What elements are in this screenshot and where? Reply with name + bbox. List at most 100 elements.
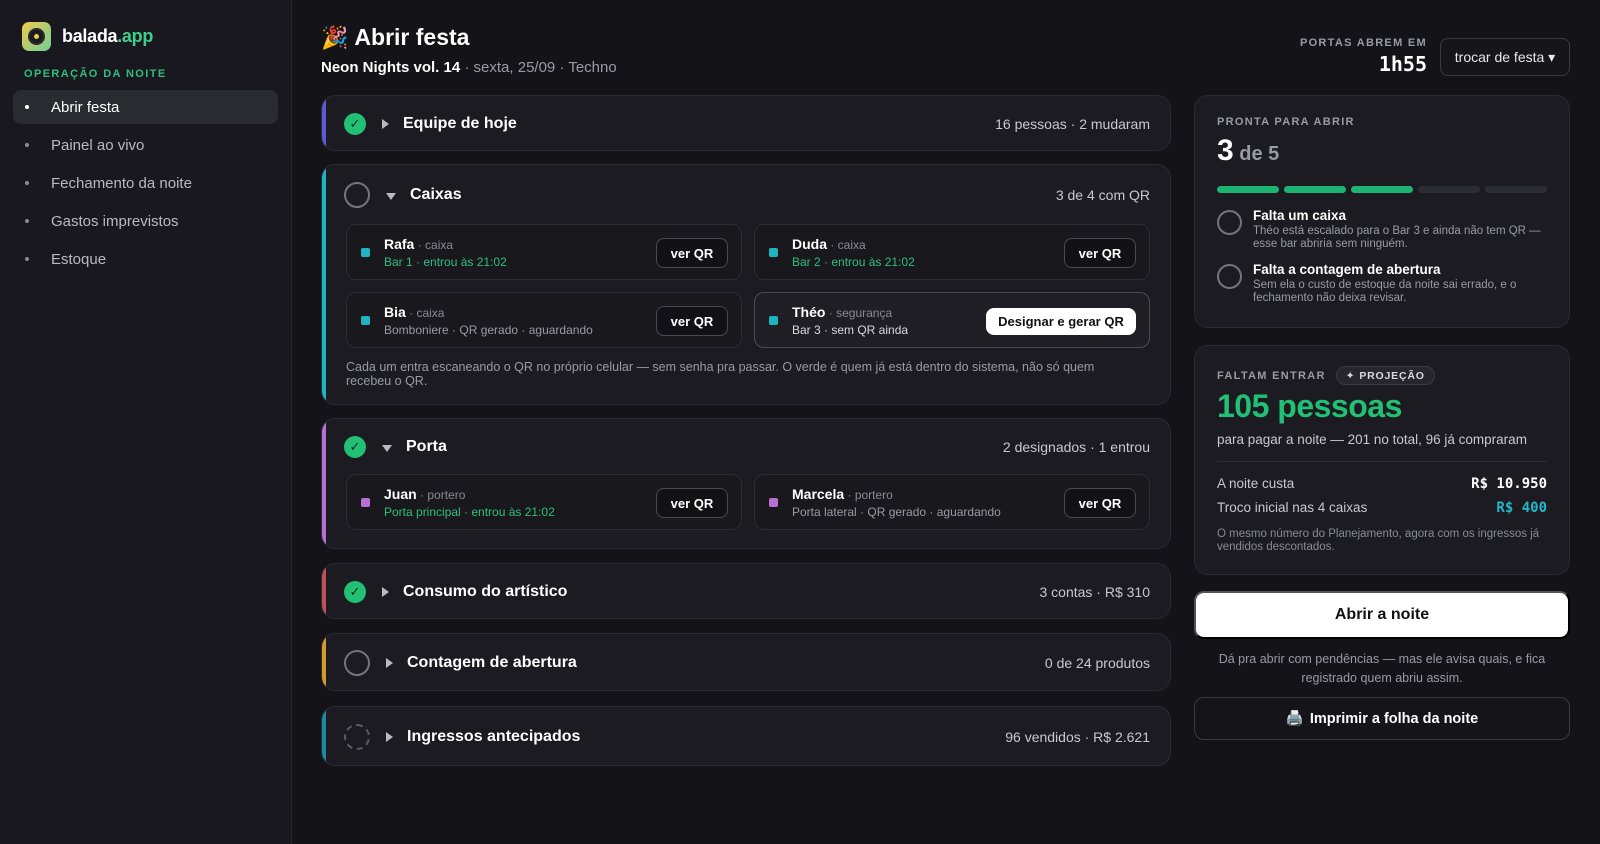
sidebar-nav: Abrir festa Painel ao vivo Fechamento da…	[13, 90, 278, 280]
printer-icon: 🖨️	[1285, 711, 1304, 727]
sidebar-item-fechamento[interactable]: Fechamento da noite	[13, 166, 278, 200]
staff-card-missing-qr: Théo · segurança Bar 3 · sem QR ainda De…	[754, 292, 1150, 348]
view-qr-button[interactable]: ver QR	[1064, 238, 1136, 268]
doors-countdown: 1h55	[1378, 52, 1427, 76]
pending-circle-icon	[1217, 210, 1242, 235]
section-porta: ✓ Porta 2 designados · 1 entrou Juan · p…	[321, 418, 1171, 549]
switch-party-button[interactable]: trocar de festa ▾	[1440, 38, 1570, 76]
bullet-icon	[25, 257, 29, 261]
status-square-icon	[769, 247, 778, 257]
projection-header: FALTAM ENTRAR ✦ PROJEÇÃO	[1217, 366, 1435, 385]
view-qr-button[interactable]: ver QR	[656, 488, 728, 518]
section-ingressos: Ingressos antecipados 96 vendidos · R$ 2…	[321, 706, 1171, 766]
loading-circle-icon	[344, 724, 370, 750]
section-meta: 3 de 4 com QR	[1055, 187, 1150, 203]
sparkle-icon: ✦	[1345, 369, 1356, 382]
chevron-right-icon	[386, 732, 393, 742]
print-sheet-button[interactable]: 🖨️ Imprimir a folha da noite	[1194, 697, 1570, 740]
status-square-icon	[361, 497, 370, 507]
status-square-icon	[361, 315, 370, 325]
party-popper-icon: 🎉	[321, 24, 349, 50]
section-meta: 3 contas · R$ 310	[1039, 584, 1150, 600]
sidebar-item-abrir-festa[interactable]: Abrir festa	[13, 90, 278, 124]
status-square-icon	[769, 497, 778, 507]
chevron-right-icon	[386, 658, 393, 668]
section-meta: 2 designados · 1 entrou	[1002, 439, 1150, 455]
staff-card: Marcela · portero Porta lateral · QR ger…	[754, 474, 1150, 530]
people-subline: para pagar a noite — 201 no total, 96 já…	[1217, 432, 1527, 447]
check-icon: ✓	[344, 581, 366, 603]
event-name: Neon Nights vol. 14	[321, 59, 461, 76]
progress-segment	[1351, 186, 1413, 193]
sidebar-item-gastos[interactable]: Gastos imprevistos	[13, 204, 278, 238]
view-qr-button[interactable]: ver QR	[656, 238, 728, 268]
progress-segment	[1485, 186, 1547, 193]
sidebar: balada.app OPERAÇÃO DA NOITE Abrir festa…	[0, 0, 292, 844]
chevron-down-icon	[386, 192, 396, 200]
staff-card: Bia · caixa Bomboniere · QR gerado · agu…	[346, 292, 742, 348]
pendency-item[interactable]: Falta um caixa Théo está escalado para o…	[1217, 208, 1547, 251]
sidebar-section-label: OPERAÇÃO DA NOITE	[24, 68, 167, 80]
pending-circle-icon	[344, 650, 370, 676]
staff-card: Rafa · caixa Bar 1 · entrou às 21:02 ver…	[346, 224, 742, 280]
section-header-caixas[interactable]: Caixas 3 de 4 com QR	[322, 165, 1170, 225]
sidebar-item-painel-ao-vivo[interactable]: Painel ao vivo	[13, 128, 278, 162]
status-square-icon	[361, 247, 370, 257]
pending-circle-icon	[1217, 264, 1242, 289]
staff-card: Duda · caixa Bar 2 · entrou às 21:02 ver…	[754, 224, 1150, 280]
bullet-icon	[25, 105, 29, 109]
section-consumo: ✓ Consumo do artístico 3 contas · R$ 310	[321, 563, 1171, 619]
section-header-equipe[interactable]: ✓ Equipe de hoje 16 pessoas · 2 mudaram	[322, 96, 1170, 150]
section-header-porta[interactable]: ✓ Porta 2 designados · 1 entrou	[322, 419, 1170, 475]
section-meta: 96 vendidos · R$ 2.621	[1005, 729, 1150, 745]
ready-label: PRONTA PARA ABRIR	[1217, 116, 1355, 128]
caixas-note: Cada um entra escaneando o QR no próprio…	[346, 360, 1095, 388]
pending-circle-icon	[344, 182, 370, 208]
bullet-icon	[25, 219, 29, 223]
event-subtitle: Neon Nights vol. 14 · sexta, 25/09 · Tec…	[321, 59, 617, 76]
section-meta: 0 de 24 produtos	[1044, 655, 1150, 671]
progress-segment	[1217, 186, 1279, 193]
assign-generate-qr-button[interactable]: Designar e gerar QR	[986, 308, 1136, 335]
section-contagem: Contagem de abertura 0 de 24 produtos	[321, 633, 1171, 691]
caixas-grid: Rafa · caixa Bar 1 · entrou às 21:02 ver…	[346, 224, 1150, 348]
chevron-right-icon	[382, 119, 389, 129]
check-icon: ✓	[344, 436, 366, 458]
progress-segment	[1284, 186, 1346, 193]
pendency-item[interactable]: Falta a contagem de abertura Sem ela o c…	[1217, 262, 1547, 305]
doors-label: PORTAS ABREM EM	[1299, 37, 1427, 49]
projection-note: O mesmo número do Planejamento, agora co…	[1217, 528, 1540, 553]
section-header-contagem[interactable]: Contagem de abertura 0 de 24 produtos	[322, 634, 1170, 690]
projection-panel: FALTAM ENTRAR ✦ PROJEÇÃO 105 pessoas para…	[1194, 345, 1570, 575]
view-qr-button[interactable]: ver QR	[1064, 488, 1136, 518]
staff-card: Juan · portero Porta principal · entrou …	[346, 474, 742, 530]
section-meta: 16 pessoas · 2 mudaram	[995, 116, 1150, 132]
brand-name: balada.app	[62, 26, 154, 46]
open-night-button[interactable]: Abrir a noite	[1194, 591, 1570, 639]
open-note: Dá pra abrir com pendências — mas ele av…	[1218, 652, 1546, 685]
view-qr-button[interactable]: ver QR	[656, 306, 728, 336]
section-header-consumo[interactable]: ✓ Consumo do artístico 3 contas · R$ 310	[322, 564, 1170, 618]
divider	[1217, 461, 1547, 462]
chevron-right-icon	[382, 587, 389, 597]
ready-panel: PRONTA PARA ABRIR 3 de 5 Falta um caixa …	[1194, 95, 1570, 328]
ready-count: 3 de 5	[1217, 134, 1280, 167]
section-header-ingressos[interactable]: Ingressos antecipados 96 vendidos · R$ 2…	[322, 707, 1170, 765]
section-equipe: ✓ Equipe de hoje 16 pessoas · 2 mudaram	[321, 95, 1171, 151]
bullet-icon	[25, 143, 29, 147]
bullet-icon	[25, 181, 29, 185]
vinyl-logo-icon	[22, 22, 51, 51]
sidebar-item-estoque[interactable]: Estoque	[13, 242, 278, 276]
ready-progress	[1217, 186, 1547, 193]
porta-grid: Juan · portero Porta principal · entrou …	[346, 474, 1150, 530]
projection-badge: ✦ PROJEÇÃO	[1335, 366, 1435, 385]
page-title: 🎉 Abrir festa	[321, 24, 470, 50]
event-meta: · sexta, 25/09 · Techno	[460, 59, 617, 76]
check-icon: ✓	[344, 113, 366, 135]
section-caixas: Caixas 3 de 4 com QR Rafa · caixa Bar 1 …	[321, 164, 1171, 405]
status-square-icon	[769, 315, 778, 325]
brand[interactable]: balada.app	[22, 22, 153, 51]
people-needed: 105 pessoas	[1217, 388, 1402, 424]
change-row: Troco inicial nas 4 caixas R$ 400	[1217, 500, 1547, 516]
cost-row: A noite custa R$ 10.950	[1217, 476, 1547, 492]
